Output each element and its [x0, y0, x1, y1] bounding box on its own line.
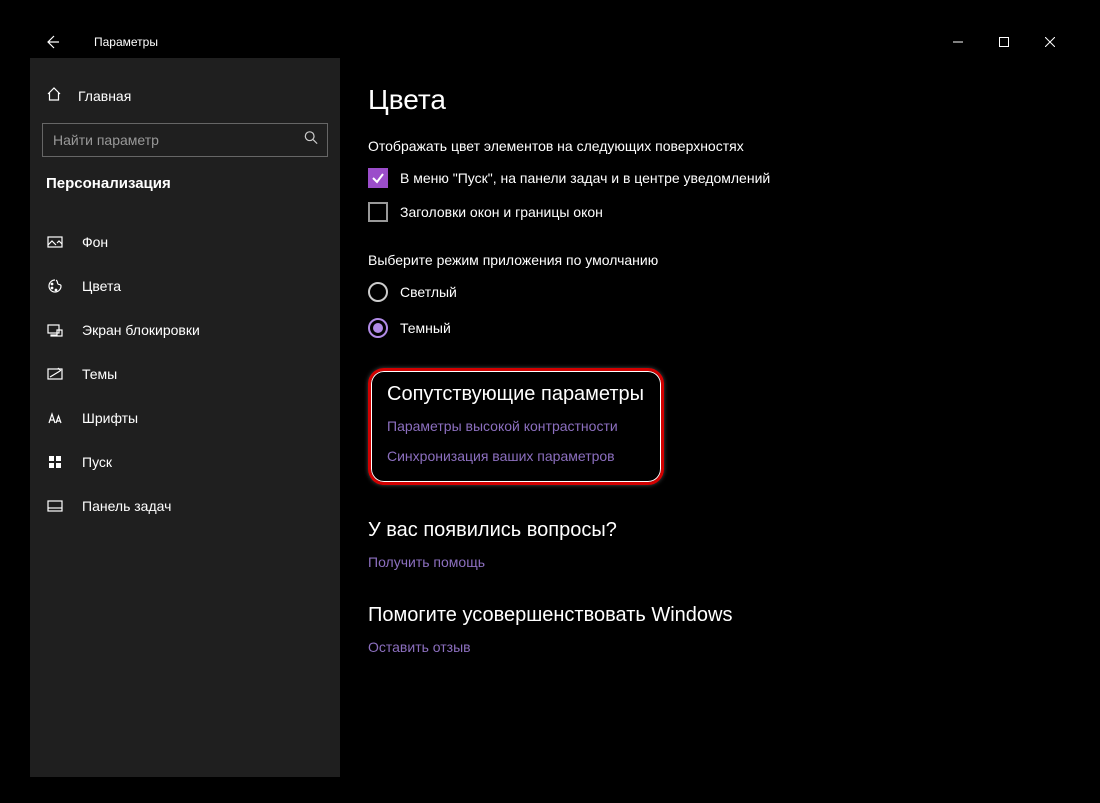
minimize-button[interactable] [935, 26, 981, 58]
titlebar: Параметры [30, 26, 1073, 58]
back-button[interactable] [38, 28, 66, 56]
minimize-icon [953, 37, 963, 47]
window-body: Главная Персонализация Фон Цвета [30, 58, 1073, 777]
lockscreen-icon [46, 322, 64, 338]
home-label: Главная [78, 88, 131, 104]
back-arrow-icon [44, 34, 60, 50]
sidebar-nav: Фон Цвета Экран блокировки Темы Шрифты [30, 220, 340, 528]
radio-label: Темный [400, 320, 451, 336]
sidebar-item-colors[interactable]: Цвета [30, 264, 340, 308]
maximize-button[interactable] [981, 26, 1027, 58]
sidebar-item-taskbar[interactable]: Панель задач [30, 484, 340, 528]
checkbox-icon [368, 168, 388, 188]
sidebar-item-background[interactable]: Фон [30, 220, 340, 264]
window-controls [935, 26, 1073, 58]
radio-dark[interactable]: Темный [368, 318, 1073, 338]
sidebar-section-label: Персонализация [30, 175, 340, 202]
sidebar-item-label: Цвета [82, 278, 121, 294]
titlebar-left: Параметры [38, 28, 158, 56]
sidebar-item-label: Темы [82, 366, 117, 382]
sidebar-item-lockscreen[interactable]: Экран блокировки [30, 308, 340, 352]
sidebar-item-label: Экран блокировки [82, 322, 200, 338]
start-icon [46, 454, 64, 470]
radio-icon [368, 282, 388, 302]
checkbox-label: Заголовки окон и границы окон [400, 204, 603, 220]
link-sync-settings[interactable]: Синхронизация ваших параметров [387, 448, 645, 464]
sidebar-item-fonts[interactable]: Шрифты [30, 396, 340, 440]
maximize-icon [999, 37, 1009, 47]
related-settings-box: Сопутствующие параметры Параметры высоко… [368, 368, 664, 485]
page-title: Цвета [368, 84, 1073, 116]
questions-heading: У вас появились вопросы? [368, 519, 1073, 542]
search-input[interactable] [42, 123, 328, 157]
mode-label: Выберите режим приложения по умолчанию [368, 252, 1073, 268]
link-high-contrast[interactable]: Параметры высокой контрастности [387, 418, 645, 434]
sidebar-item-label: Панель задач [82, 498, 171, 514]
picture-icon [46, 234, 64, 250]
link-feedback[interactable]: Оставить отзыв [368, 639, 1073, 655]
taskbar-icon [46, 498, 64, 514]
home-nav[interactable]: Главная [30, 76, 340, 115]
search-icon [304, 131, 318, 150]
sidebar-item-label: Фон [82, 234, 108, 250]
close-button[interactable] [1027, 26, 1073, 58]
sidebar: Главная Персонализация Фон Цвета [30, 58, 340, 777]
sidebar-item-label: Шрифты [82, 410, 138, 426]
settings-window: Параметры Главная [30, 26, 1073, 777]
related-heading: Сопутствующие параметры [387, 383, 645, 406]
search-wrap [42, 123, 328, 157]
questions-section: У вас появились вопросы? Получить помощь [368, 519, 1073, 570]
app-title: Параметры [94, 35, 158, 49]
link-get-help[interactable]: Получить помощь [368, 554, 1073, 570]
palette-icon [46, 278, 64, 294]
sidebar-item-label: Пуск [82, 454, 112, 470]
themes-icon [46, 366, 64, 382]
radio-icon [368, 318, 388, 338]
fonts-icon [46, 410, 64, 426]
checkbox-label: В меню "Пуск", на панели задач и в центр… [400, 170, 770, 186]
sidebar-item-themes[interactable]: Темы [30, 352, 340, 396]
improve-heading: Помогите усовершенствовать Windows [368, 604, 1073, 627]
app-mode-group: Выберите режим приложения по умолчанию С… [368, 252, 1073, 338]
content-area: Цвета Отображать цвет элементов на следу… [340, 58, 1073, 777]
radio-label: Светлый [400, 284, 457, 300]
radio-light[interactable]: Светлый [368, 282, 1073, 302]
close-icon [1045, 37, 1055, 47]
sidebar-item-start[interactable]: Пуск [30, 440, 340, 484]
checkbox-start-taskbar[interactable]: В меню "Пуск", на панели задач и в центр… [368, 168, 1073, 188]
checkbox-icon [368, 202, 388, 222]
improve-section: Помогите усовершенствовать Windows Остав… [368, 604, 1073, 655]
home-icon [46, 86, 62, 105]
checkbox-title-borders[interactable]: Заголовки окон и границы окон [368, 202, 1073, 222]
surfaces-label: Отображать цвет элементов на следующих п… [368, 138, 1073, 154]
